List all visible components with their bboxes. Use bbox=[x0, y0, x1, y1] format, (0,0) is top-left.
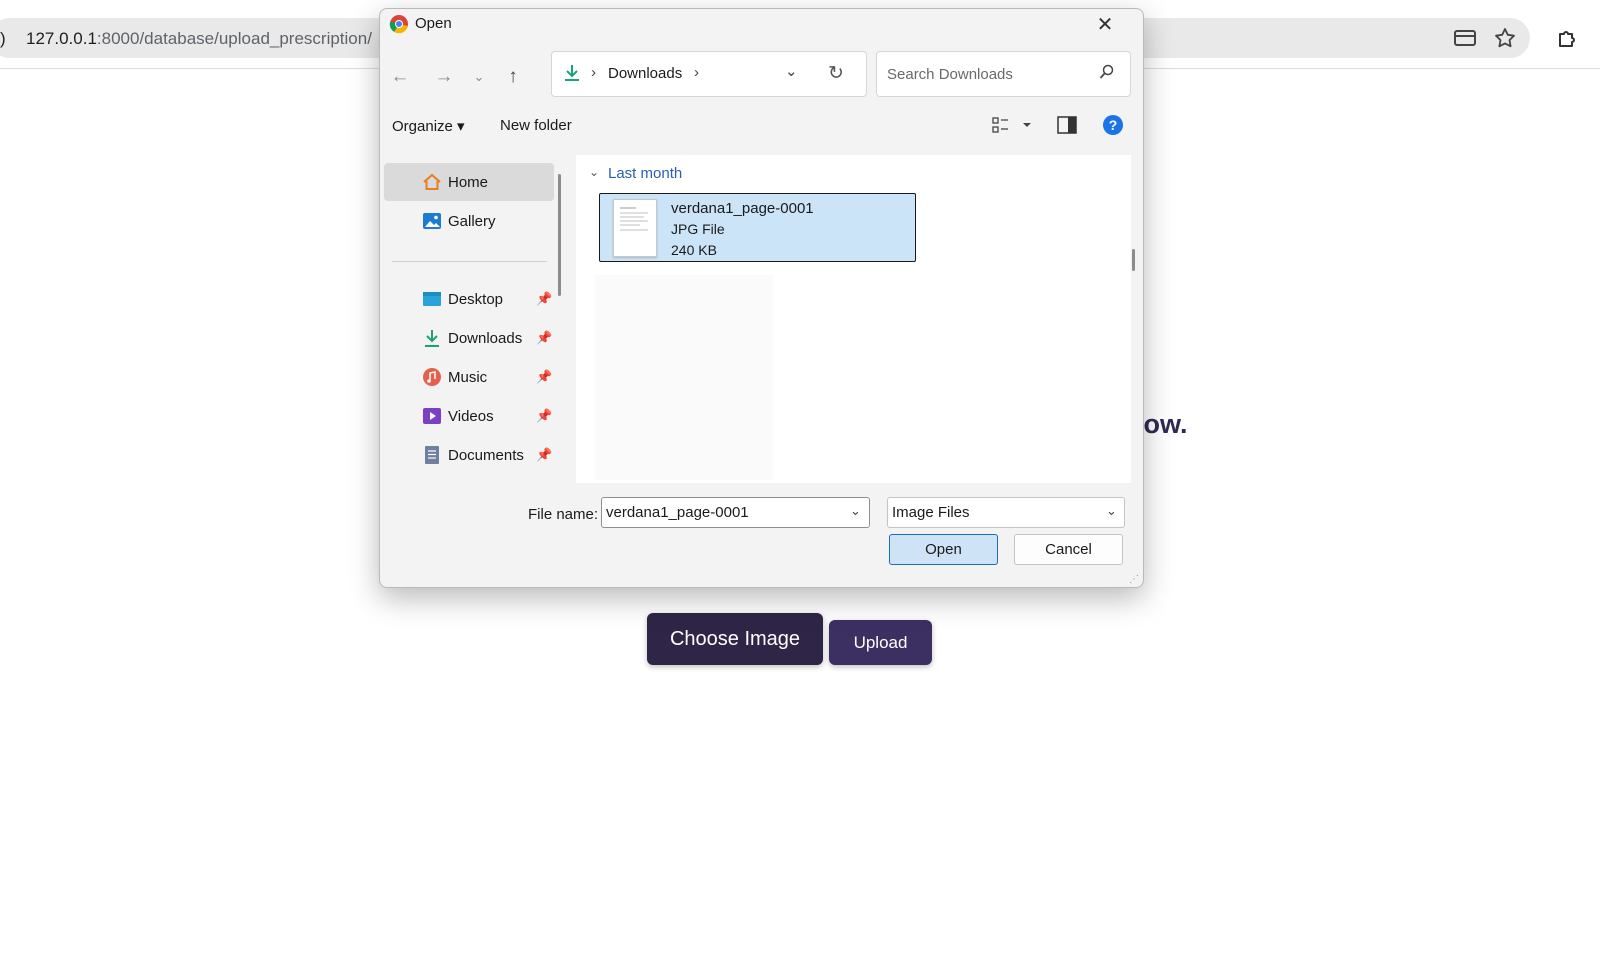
nav-scrollbar[interactable] bbox=[558, 174, 561, 296]
preview-pane-icon[interactable] bbox=[1057, 116, 1077, 134]
extensions-icon[interactable] bbox=[1556, 26, 1580, 50]
pin-icon[interactable]: 📌 bbox=[536, 330, 552, 346]
nav-item-home[interactable]: Home bbox=[384, 163, 554, 201]
nav-item-videos[interactable]: Videos 📌 bbox=[384, 397, 554, 435]
group-collapse-chevron-icon[interactable]: ⌄ bbox=[589, 165, 599, 179]
organize-menu[interactable]: Organize ▾ bbox=[392, 117, 465, 135]
pin-icon[interactable]: 📌 bbox=[536, 291, 552, 307]
nav-item-music[interactable]: Music 📌 bbox=[384, 358, 554, 396]
file-size: 240 KB bbox=[671, 242, 717, 258]
breadcrumb-chevron-icon: › bbox=[694, 64, 699, 81]
nav-item-desktop[interactable]: Desktop 📌 bbox=[384, 280, 554, 318]
search-placeholder: Search Downloads bbox=[887, 66, 1013, 83]
forward-arrow-icon[interactable]: → bbox=[430, 63, 458, 91]
file-list-pane: ⌄ Last month verdana1_page-0001 JPG File… bbox=[576, 155, 1131, 483]
nav-label: Videos bbox=[448, 408, 494, 425]
breadcrumb-chevron-icon: › bbox=[591, 64, 596, 81]
chevron-down-icon[interactable]: ⌄ bbox=[1106, 503, 1117, 519]
music-icon bbox=[423, 368, 441, 386]
downloads-icon bbox=[565, 65, 579, 81]
file-thumbnail bbox=[613, 199, 657, 257]
back-arrow-icon[interactable]: ← bbox=[386, 63, 414, 91]
pin-icon[interactable]: 📌 bbox=[536, 369, 552, 385]
file-type-select[interactable]: Image Files ⌄ bbox=[887, 497, 1125, 528]
resize-grip-icon[interactable]: ⋰ bbox=[1129, 574, 1139, 585]
desktop-icon bbox=[423, 292, 441, 306]
downloads-icon bbox=[425, 330, 439, 347]
address-bar-lead: ) bbox=[0, 29, 6, 48]
help-icon[interactable]: ? bbox=[1103, 115, 1123, 135]
nav-label: Home bbox=[448, 174, 489, 191]
file-name: verdana1_page-0001 bbox=[671, 200, 814, 217]
nav-label: Documents bbox=[448, 447, 524, 464]
up-arrow-icon[interactable]: ↑ bbox=[499, 63, 527, 91]
new-folder-button[interactable]: New folder bbox=[500, 117, 572, 134]
nav-label: Music bbox=[448, 369, 488, 386]
file-name-value: verdana1_page-0001 bbox=[606, 504, 749, 521]
gallery-icon bbox=[423, 213, 441, 229]
drag-ghost-preview bbox=[595, 275, 773, 480]
chrome-icon bbox=[389, 15, 408, 34]
path-dropdown-icon[interactable]: ⌄ bbox=[785, 62, 798, 80]
nav-item-gallery[interactable]: Gallery bbox=[384, 202, 554, 240]
open-file-dialog: Open ✕ ← → ⌄ ↑ › Downloads › ⌄ ↻ Search … bbox=[379, 8, 1144, 588]
url-text[interactable]: 127.0.0.1:8000/database/upload_prescript… bbox=[26, 29, 372, 49]
recent-locations-chevron-icon[interactable]: ⌄ bbox=[465, 63, 493, 91]
view-options-icon[interactable] bbox=[992, 115, 1032, 135]
file-list-scrollbar[interactable] bbox=[1132, 249, 1135, 271]
file-type-value: Image Files bbox=[892, 504, 970, 521]
cancel-button[interactable]: Cancel bbox=[1014, 534, 1123, 565]
upload-button[interactable]: Upload bbox=[829, 620, 932, 665]
file-name-label: File name: bbox=[528, 506, 599, 523]
chevron-down-icon[interactable]: ⌄ bbox=[850, 503, 861, 519]
choose-image-button[interactable]: Choose Image bbox=[647, 613, 823, 665]
nav-label: Gallery bbox=[448, 213, 496, 230]
open-button[interactable]: Open bbox=[889, 534, 998, 565]
bookmark-star-icon[interactable] bbox=[1493, 26, 1517, 50]
pin-icon[interactable]: 📌 bbox=[536, 447, 552, 463]
card-icon[interactable] bbox=[1453, 26, 1477, 50]
search-icon bbox=[1099, 64, 1114, 79]
nav-item-downloads[interactable]: Downloads 📌 bbox=[384, 319, 554, 357]
nav-divider bbox=[392, 261, 547, 262]
dialog-title: Open bbox=[415, 15, 452, 32]
file-type: JPG File bbox=[671, 221, 725, 237]
close-icon[interactable]: ✕ bbox=[1093, 13, 1117, 37]
videos-icon bbox=[423, 408, 441, 424]
document-preview-icon bbox=[620, 207, 648, 231]
nav-item-documents[interactable]: Documents 📌 bbox=[384, 436, 554, 474]
breadcrumb-downloads[interactable]: Downloads bbox=[608, 65, 682, 82]
file-item[interactable]: verdana1_page-0001 JPG File 240 KB bbox=[599, 193, 916, 262]
path-bar[interactable]: › Downloads › ⌄ ↻ bbox=[551, 51, 867, 97]
documents-icon bbox=[425, 446, 439, 464]
refresh-icon[interactable]: ↻ bbox=[828, 62, 844, 85]
nav-label: Desktop bbox=[448, 291, 504, 308]
pin-icon[interactable]: 📌 bbox=[536, 408, 552, 424]
home-icon bbox=[423, 173, 441, 190]
file-name-field[interactable]: verdana1_page-0001 ⌄ bbox=[601, 497, 870, 528]
nav-label: Downloads bbox=[448, 330, 523, 347]
navigation-pane: Home Gallery Desktop 📌 Downloads 📌 Music… bbox=[380, 149, 556, 484]
search-input[interactable]: Search Downloads bbox=[876, 51, 1131, 97]
group-header[interactable]: Last month bbox=[608, 165, 682, 182]
